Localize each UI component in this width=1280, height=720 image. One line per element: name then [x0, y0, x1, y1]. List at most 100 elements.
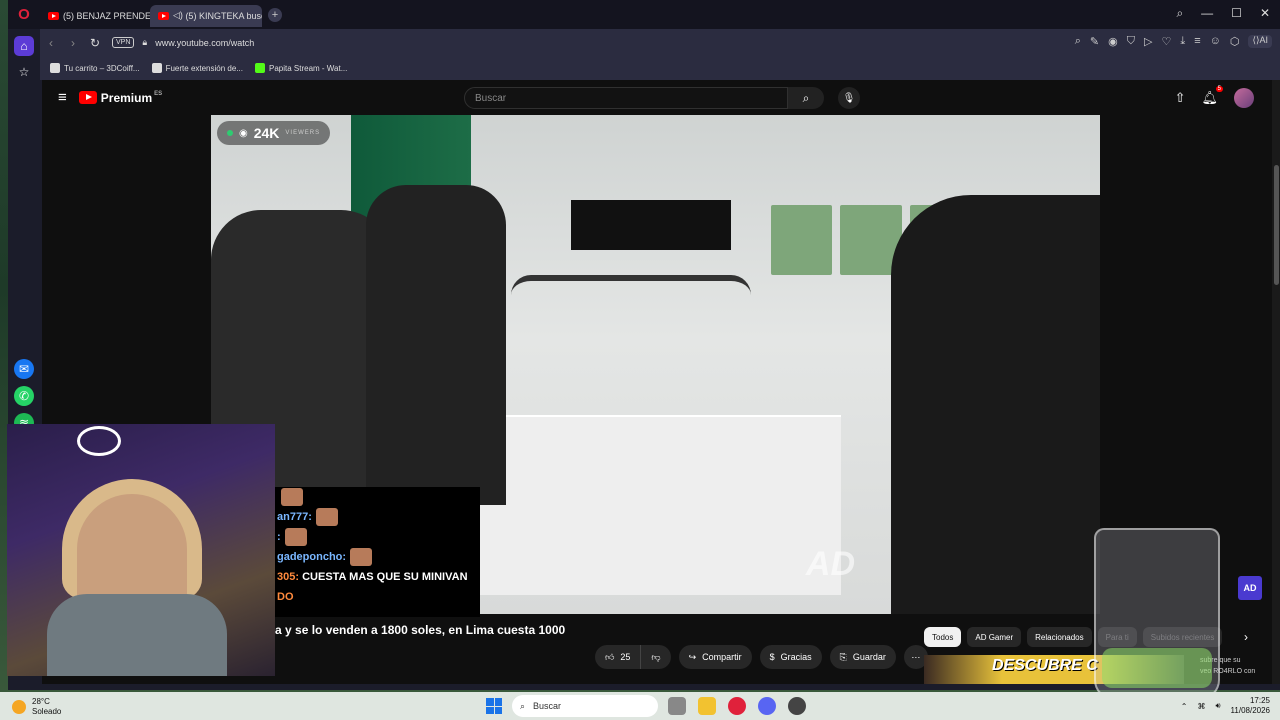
chat-text: CUESTA MAS QUE SU MINIVAN	[302, 571, 468, 583]
volume-icon[interactable]: 🔊︎	[1216, 701, 1221, 711]
network-icon[interactable]: ⌘	[1198, 702, 1206, 711]
file-explorer-icon[interactable]	[698, 697, 716, 715]
logo-text: Premium	[100, 90, 153, 105]
start-button[interactable]	[486, 698, 502, 714]
url-field[interactable]: www.youtube.com/watch	[155, 38, 254, 48]
back-icon[interactable]: ‹	[40, 36, 62, 50]
chip-ad-gamer[interactable]: AD Gamer	[967, 627, 1022, 647]
profile-icon[interactable]: ☺	[1210, 35, 1221, 48]
bookmark-item[interactable]: Tu carrito – 3DCoiff...	[50, 63, 140, 73]
browser-search-icon[interactable]: ⌕	[1176, 6, 1183, 21]
bookmarks-bar: Tu carrito – 3DCoiff... Fuerte extensión…	[40, 56, 1280, 80]
thanks-label: Gracias	[780, 652, 812, 662]
messenger-icon[interactable]: ✉	[14, 359, 34, 379]
emote-icon	[350, 548, 373, 566]
ai-button[interactable]: ⟨⟩AI	[1248, 35, 1272, 48]
window-controls: ⌕ — ☐ ✕	[1176, 6, 1270, 21]
channel-logo[interactable]: AD	[1238, 576, 1262, 600]
chip-all[interactable]: Todos	[924, 627, 962, 647]
menu-icon[interactable]: ≡	[1194, 35, 1200, 48]
mic-icon[interactable]: 🎙︎	[838, 87, 860, 109]
clock[interactable]: 17:25 11/08/2026	[1231, 696, 1270, 716]
tab-benjaz[interactable]: (5) BENJAZ PRENDE STREA	[40, 5, 150, 27]
camera-icon[interactable]: ◉	[1108, 35, 1118, 48]
thanks-button[interactable]: $ Gracias	[759, 645, 822, 669]
bookmark-label: Tu carrito – 3DCoiff...	[64, 63, 140, 73]
search-input[interactable]: Buscar	[464, 87, 788, 109]
save-label: Guardar	[852, 652, 886, 662]
hamburger-menu-icon[interactable]: ≡	[58, 89, 67, 106]
video-scene-person	[366, 185, 506, 505]
bookmark-icon: ⎘	[839, 651, 847, 662]
dislike-button[interactable]: 👎︎	[641, 645, 671, 669]
search-icon: ⌕	[520, 700, 526, 711]
maximize-button[interactable]: ☐	[1231, 6, 1242, 21]
webcam-person-body	[47, 594, 227, 676]
whatsapp-icon[interactable]: ✆	[14, 386, 34, 406]
bookmark-favicon-icon	[151, 63, 162, 73]
edit-icon[interactable]: ✎	[1090, 35, 1099, 48]
emote-icon	[281, 488, 303, 506]
youtube-logo[interactable]: Premium ES	[78, 90, 162, 105]
vpn-badge[interactable]: VPN	[112, 37, 135, 48]
opera-logo-icon[interactable]: O	[8, 0, 40, 29]
chevron-right-icon[interactable]: ›	[1244, 630, 1248, 644]
chat-message: DO	[275, 587, 480, 607]
chat-message: gadeponcho:	[275, 547, 480, 567]
kick-favicon-icon	[254, 63, 265, 73]
chrome-icon[interactable]	[788, 697, 806, 715]
chat-username: an777:	[277, 511, 312, 523]
upload-icon[interactable]: ⇧	[1175, 90, 1186, 106]
shield-icon[interactable]: ⛉	[1127, 35, 1135, 48]
discord-icon[interactable]	[758, 697, 776, 715]
extension-icons: ⌕ ✎ ◉ ⛉ ▷ ♡ ⤓ ≡ ☺ ⬡ ⟨⟩AI	[1075, 35, 1272, 48]
opera-icon[interactable]	[728, 697, 746, 715]
video-title: a y se lo venden a 1800 soles, en Lima c…	[275, 623, 566, 637]
weather-widget[interactable]: 28°C Soleado	[12, 697, 61, 717]
new-tab-button[interactable]: +	[268, 7, 282, 22]
search-button[interactable]: ⌕	[788, 87, 824, 109]
sun-icon	[12, 700, 26, 714]
share-button[interactable]: ↪ Compartir	[678, 645, 752, 669]
task-view-icon[interactable]	[668, 697, 686, 715]
thumbnail-text: DESCUBRE C	[992, 657, 1098, 674]
scrollbar[interactable]	[1272, 80, 1280, 684]
bookmark-item[interactable]: Fuerte extensión de...	[151, 63, 243, 73]
notifications-icon[interactable]: 🔔︎ 5	[1201, 86, 1223, 106]
taskbar-search[interactable]: ⌕ Buscar	[512, 695, 658, 717]
download-icon[interactable]: ⤓	[1180, 35, 1185, 48]
thumbs-up-icon: 👍︎	[605, 651, 615, 662]
chip-related[interactable]: Relacionados	[1027, 627, 1092, 647]
ai-label: AI	[1259, 35, 1268, 45]
eye-icon: ◉	[239, 127, 248, 139]
heart-icon[interactable]: ♡	[1161, 35, 1171, 48]
chat-text: DO	[277, 591, 294, 603]
emote-icon	[284, 528, 307, 546]
save-button[interactable]: ⎘ Guardar	[829, 645, 896, 669]
taskbar: 28°C Soleado ⌕ Buscar ⌃ ⌘ 🔊︎ 17:25 11/08/20…	[0, 692, 1280, 720]
chevron-up-icon[interactable]: ⌃	[1181, 702, 1188, 711]
date: 11/08/2026	[1230, 706, 1270, 715]
tab-kingteka[interactable]: ◁) (5) KINGTEKA busca m	[150, 4, 262, 27]
like-button[interactable]: 👍︎ 25	[595, 645, 642, 669]
tab-bar: O (5) BENJAZ PRENDE STREA ◁) (5) KINGTEK…	[8, 0, 1280, 29]
weather-condition: Soleado	[32, 707, 62, 716]
tab-label: (5) KINGTEKA busca m	[185, 10, 262, 21]
home-icon[interactable]: ⌂	[14, 36, 34, 56]
scrollbar-thumb[interactable]	[1274, 165, 1279, 285]
avatar[interactable]	[1234, 88, 1254, 108]
star-icon[interactable]: ☆	[14, 62, 34, 82]
search-icon[interactable]: ⌕	[1075, 35, 1081, 48]
close-button[interactable]: ✕	[1260, 6, 1270, 21]
glass-decoration	[1102, 648, 1212, 688]
play-icon[interactable]: ▷	[1144, 35, 1152, 48]
forward-icon[interactable]: ›	[62, 36, 84, 50]
reload-icon[interactable]: ↻	[84, 36, 106, 50]
cube-icon[interactable]: ⬡	[1230, 35, 1240, 48]
video-scene-person	[891, 195, 1100, 614]
live-dot-icon	[227, 130, 233, 136]
minimize-button[interactable]: —	[1201, 6, 1213, 21]
bookmark-item[interactable]: Papita Stream - Wat...	[254, 63, 347, 73]
viewer-count: 24K	[253, 125, 280, 141]
chat-message	[275, 487, 480, 507]
